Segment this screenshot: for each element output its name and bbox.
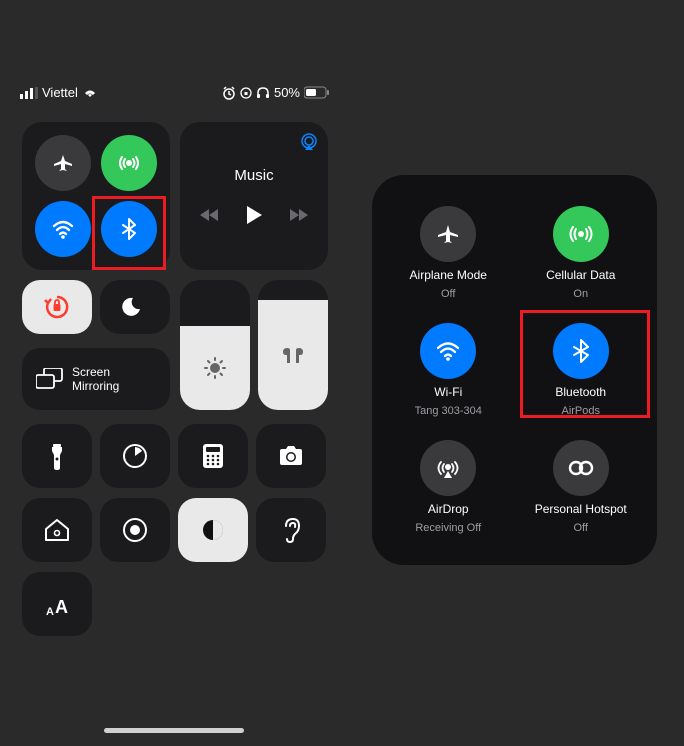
hotspot-item[interactable]: Personal Hotspot Off xyxy=(515,428,648,545)
timer-tile[interactable] xyxy=(100,424,170,488)
volume-slider[interactable] xyxy=(258,280,328,410)
status-left: Viettel xyxy=(20,85,98,100)
cellular-icon xyxy=(567,220,595,248)
status-bar: Viettel 50% xyxy=(20,85,330,100)
wifi-item[interactable]: Wi-Fi Tang 303-304 xyxy=(382,312,515,429)
home-icon xyxy=(44,517,70,543)
airdrop-sub: Receiving Off xyxy=(415,522,481,534)
calculator-icon xyxy=(202,443,224,469)
headphones-icon xyxy=(256,86,270,100)
bluetooth-toggle-big[interactable] xyxy=(553,323,609,379)
status-right: 50% xyxy=(222,85,330,100)
bluetooth-icon xyxy=(567,337,595,365)
hotspot-label: Personal Hotspot xyxy=(535,502,627,516)
brightness-icon xyxy=(204,357,226,379)
airplane-label: Airplane Mode xyxy=(410,268,487,282)
screens-icon xyxy=(36,368,64,390)
cellular-icon xyxy=(116,150,142,176)
shortcut-row-1 xyxy=(22,424,326,488)
airdrop-toggle-big[interactable] xyxy=(420,440,476,496)
bluetooth-sub: AirPods xyxy=(561,405,600,417)
music-title: Music xyxy=(234,167,273,184)
next-track-icon[interactable] xyxy=(288,207,308,223)
wifi-icon xyxy=(82,87,98,99)
flashlight-tile[interactable] xyxy=(22,424,92,488)
camera-tile[interactable] xyxy=(256,424,326,488)
dark-mode-icon xyxy=(200,517,226,543)
music-tile[interactable]: Music xyxy=(180,122,328,270)
battery-icon xyxy=(304,86,330,99)
wifi-sub: Tang 303-304 xyxy=(415,405,482,417)
cellular-data-item[interactable]: Cellular Data On xyxy=(515,195,648,312)
hotspot-icon xyxy=(566,458,596,478)
rotation-lock-icon xyxy=(240,87,252,99)
airdrop-label: AirDrop xyxy=(428,502,469,516)
wifi-toggle-big[interactable] xyxy=(420,323,476,379)
flashlight-icon xyxy=(49,442,65,470)
do-not-disturb-tile[interactable] xyxy=(100,280,170,334)
text-size-tile[interactable]: AA xyxy=(22,572,92,636)
cellular-toggle[interactable] xyxy=(101,135,157,191)
wifi-icon xyxy=(434,337,462,365)
battery-pct: 50% xyxy=(274,85,300,100)
bluetooth-toggle[interactable] xyxy=(101,201,157,257)
airplane-icon xyxy=(51,151,75,175)
calculator-tile[interactable] xyxy=(178,424,248,488)
airplane-toggle[interactable] xyxy=(35,135,91,191)
airplane-toggle-big[interactable] xyxy=(420,206,476,262)
bluetooth-item[interactable]: Bluetooth AirPods xyxy=(515,312,648,429)
connectivity-tile[interactable] xyxy=(22,122,170,270)
bluetooth-label: Bluetooth xyxy=(555,385,606,399)
brightness-slider[interactable] xyxy=(180,280,250,410)
airpods-icon xyxy=(281,344,305,366)
airplay-icon[interactable] xyxy=(300,132,318,150)
hotspot-sub: Off xyxy=(574,522,588,534)
alarm-icon xyxy=(222,86,236,100)
carrier-label: Viettel xyxy=(42,85,78,100)
shortcut-row-2 xyxy=(22,498,326,562)
dark-mode-tile[interactable] xyxy=(178,498,248,562)
moon-icon xyxy=(122,294,148,320)
airplane-sub: Off xyxy=(441,288,455,300)
home-indicator[interactable] xyxy=(104,728,244,733)
ear-icon xyxy=(280,516,302,544)
airdrop-icon xyxy=(434,454,462,482)
screen-mirroring-label: Screen Mirroring xyxy=(72,365,119,394)
wifi-icon xyxy=(50,216,76,242)
screen-mirroring-tile[interactable]: Screen Mirroring xyxy=(22,348,170,410)
airdrop-item[interactable]: AirDrop Receiving Off xyxy=(382,428,515,545)
hotspot-toggle-big[interactable] xyxy=(553,440,609,496)
connectivity-expanded: Airplane Mode Off Cellular Data On Wi-Fi… xyxy=(372,175,657,565)
prev-track-icon[interactable] xyxy=(200,207,220,223)
rotation-lock-icon xyxy=(42,292,72,322)
airplane-mode-item[interactable]: Airplane Mode Off xyxy=(382,195,515,312)
bluetooth-icon xyxy=(116,216,142,242)
signal-icon xyxy=(20,87,38,99)
cellular-label: Cellular Data xyxy=(546,268,615,282)
airplane-icon xyxy=(435,221,461,247)
timer-icon xyxy=(122,443,148,469)
hearing-tile[interactable] xyxy=(256,498,326,562)
record-icon xyxy=(122,517,148,543)
cellular-toggle-big[interactable] xyxy=(553,206,609,262)
home-tile[interactable] xyxy=(22,498,92,562)
cellular-sub: On xyxy=(573,288,588,300)
music-controls xyxy=(200,204,308,226)
wifi-label: Wi-Fi xyxy=(434,385,462,399)
wifi-toggle[interactable] xyxy=(35,201,91,257)
rotation-lock-tile[interactable] xyxy=(22,280,92,334)
camera-icon xyxy=(277,445,305,467)
screen-record-tile[interactable] xyxy=(100,498,170,562)
play-icon[interactable] xyxy=(244,204,264,226)
